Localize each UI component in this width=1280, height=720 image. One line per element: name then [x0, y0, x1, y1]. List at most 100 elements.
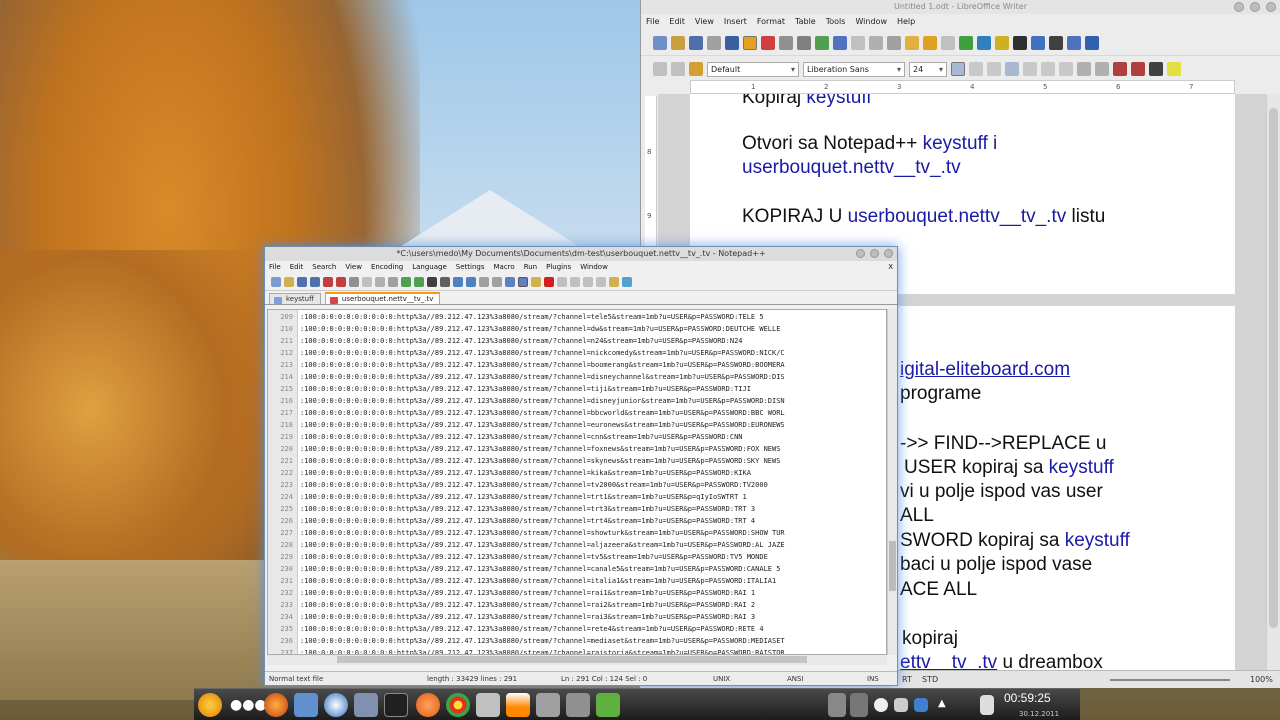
status-std[interactable]: STD: [922, 671, 938, 688]
tools-icon[interactable]: [536, 693, 560, 717]
paste-icon[interactable]: [887, 35, 901, 50]
network-icon[interactable]: [874, 698, 888, 712]
align-right-icon[interactable]: [1041, 62, 1055, 76]
underline-icon[interactable]: [987, 62, 1001, 76]
code-line[interactable]: 216:100:0:0:0:0:0:0:0:0:0:http%3a//89.21…: [268, 395, 784, 407]
menu-search[interactable]: Search: [312, 261, 336, 273]
doc-hyperlink[interactable]: igital-eliteboard.com: [900, 358, 1070, 382]
virtualbox-icon[interactable]: [354, 693, 378, 717]
find-icon[interactable]: [427, 276, 437, 287]
menu-window[interactable]: Window: [580, 261, 608, 273]
workspace-switcher-icon[interactable]: [850, 693, 868, 717]
settings-icon[interactable]: [566, 693, 590, 717]
scrollbar-thumb[interactable]: [889, 541, 896, 591]
paragraph-style-select[interactable]: Default: [707, 61, 799, 77]
print-icon[interactable]: [779, 35, 793, 50]
bluetooth-icon[interactable]: [914, 698, 928, 712]
code-line[interactable]: 231:100:0:0:0:0:0:0:0:0:0:http%3a//89.21…: [268, 575, 776, 587]
menu-help[interactable]: Help: [897, 14, 915, 30]
redo-icon[interactable]: [941, 35, 955, 50]
clock-time[interactable]: 00:59:25: [1004, 691, 1051, 705]
code-line[interactable]: 221:100:0:0:0:0:0:0:0:0:0:http%3a//89.21…: [268, 455, 780, 467]
code-line[interactable]: 228:100:0:0:0:0:0:0:0:0:0:http%3a//89.21…: [268, 539, 784, 551]
code-line[interactable]: 225:100:0:0:0:0:0:0:0:0:0:http%3a//89.21…: [268, 503, 755, 515]
formatting-marks-icon[interactable]: [1049, 35, 1063, 50]
save-macro-icon[interactable]: [596, 276, 606, 287]
code-line[interactable]: 223:100:0:0:0:0:0:0:0:0:0:http%3a//89.21…: [268, 479, 767, 491]
open-icon[interactable]: [671, 35, 685, 50]
menu-format[interactable]: Format: [757, 14, 785, 30]
copy-icon[interactable]: [869, 35, 883, 50]
stop-macro-icon[interactable]: [557, 276, 567, 287]
code-line[interactable]: 211:100:0:0:0:0:0:0:0:0:0:http%3a//89.21…: [268, 335, 742, 347]
paste-icon[interactable]: [388, 276, 398, 287]
bold-icon[interactable]: [951, 62, 965, 76]
navigator-icon[interactable]: [1031, 35, 1045, 50]
font-color-icon[interactable]: [1149, 62, 1163, 76]
font-size-select[interactable]: 24: [909, 61, 947, 77]
edit-mode-icon[interactable]: [743, 35, 757, 50]
numbering-icon[interactable]: [1077, 62, 1091, 76]
code-line[interactable]: 232:100:0:0:0:0:0:0:0:0:0:http%3a//89.21…: [268, 587, 755, 599]
terminal-icon[interactable]: [384, 693, 408, 717]
dots-icon[interactable]: ●●●: [230, 693, 267, 717]
sync-v-icon[interactable]: [479, 276, 489, 287]
font-name-select[interactable]: Liberation Sans: [803, 61, 905, 77]
scrollbar-thumb[interactable]: [1269, 108, 1278, 628]
workspace-switcher-icon[interactable]: [828, 693, 846, 717]
replace-icon[interactable]: [440, 276, 450, 287]
code-line[interactable]: 230:100:0:0:0:0:0:0:0:0:0:http%3a//89.21…: [268, 563, 780, 575]
align-center-icon[interactable]: [1023, 62, 1037, 76]
text-editor-icon[interactable]: [476, 693, 500, 717]
hyperlink-icon[interactable]: [959, 35, 973, 50]
scrollbar-thumb[interactable]: [337, 656, 807, 663]
redo-icon[interactable]: [414, 276, 424, 287]
close-file-icon[interactable]: [323, 276, 333, 287]
close-all-icon[interactable]: [336, 276, 346, 287]
menu-edit[interactable]: Edit: [290, 261, 304, 273]
editor-area[interactable]: 209:100:0:0:0:0:0:0:0:0:0:http%3a//89.21…: [267, 309, 887, 655]
sync-h-icon[interactable]: [492, 276, 502, 287]
code-line[interactable]: 229:100:0:0:0:0:0:0:0:0:0:http%3a//89.21…: [268, 551, 767, 563]
open-icon[interactable]: [284, 276, 294, 287]
volume-icon[interactable]: [894, 698, 908, 712]
code-line[interactable]: 236:100:0:0:0:0:0:0:0:0:0:http%3a//89.21…: [268, 635, 784, 647]
close-icon[interactable]: [884, 249, 893, 258]
maximize-icon[interactable]: [1250, 2, 1260, 12]
code-line[interactable]: 218:100:0:0:0:0:0:0:0:0:0:http%3a//89.21…: [268, 419, 784, 431]
email-icon[interactable]: [707, 35, 721, 50]
file-manager-icon[interactable]: [294, 693, 318, 717]
code-line[interactable]: 217:100:0:0:0:0:0:0:0:0:0:http%3a//89.21…: [268, 407, 784, 419]
tray-up-arrow-icon[interactable]: ▲: [938, 698, 952, 712]
editor-horizontal-scrollbar[interactable]: [267, 655, 887, 665]
indent-icon[interactable]: [1113, 62, 1127, 76]
editor-vertical-scrollbar[interactable]: [887, 309, 897, 655]
writer-taskbar-icon[interactable]: [596, 693, 620, 717]
all-chars-icon[interactable]: [518, 276, 528, 287]
code-line[interactable]: 209:100:0:0:0:0:0:0:0:0:0:http%3a//89.21…: [268, 311, 763, 323]
plugin2-icon[interactable]: [622, 276, 632, 287]
code-line[interactable]: 237:100:0:0:0:0:0:0:0:0:0:http%3a//89.21…: [268, 647, 784, 654]
spellcheck-icon[interactable]: [815, 35, 829, 50]
save-icon[interactable]: [297, 276, 307, 287]
zoom-out-icon[interactable]: [466, 276, 476, 287]
table-icon[interactable]: [977, 35, 991, 50]
menu-settings[interactable]: Settings: [456, 261, 485, 273]
clipboard-icon[interactable]: [980, 695, 994, 715]
code-line[interactable]: 212:100:0:0:0:0:0:0:0:0:0:http%3a//89.21…: [268, 347, 784, 359]
export-pdf-icon[interactable]: [761, 35, 775, 50]
code-line[interactable]: 235:100:0:0:0:0:0:0:0:0:0:http%3a//89.21…: [268, 623, 763, 635]
zoom-slider[interactable]: [1110, 679, 1230, 681]
chrome-icon[interactable]: [446, 693, 470, 717]
edit-icon[interactable]: [725, 35, 739, 50]
outdent-icon[interactable]: [1131, 62, 1145, 76]
writer-vertical-scrollbar[interactable]: [1266, 94, 1280, 670]
clock-app-icon[interactable]: [324, 693, 348, 717]
code-line[interactable]: 234:100:0:0:0:0:0:0:0:0:0:http%3a//89.21…: [268, 611, 755, 623]
save-all-icon[interactable]: [310, 276, 320, 287]
code-line[interactable]: 210:100:0:0:0:0:0:0:0:0:0:http%3a//89.21…: [268, 323, 780, 335]
start-menu-icon[interactable]: [198, 693, 222, 717]
minimize-icon[interactable]: [856, 249, 865, 258]
menu-table[interactable]: Table: [795, 14, 816, 30]
menu-file[interactable]: File: [646, 14, 659, 30]
